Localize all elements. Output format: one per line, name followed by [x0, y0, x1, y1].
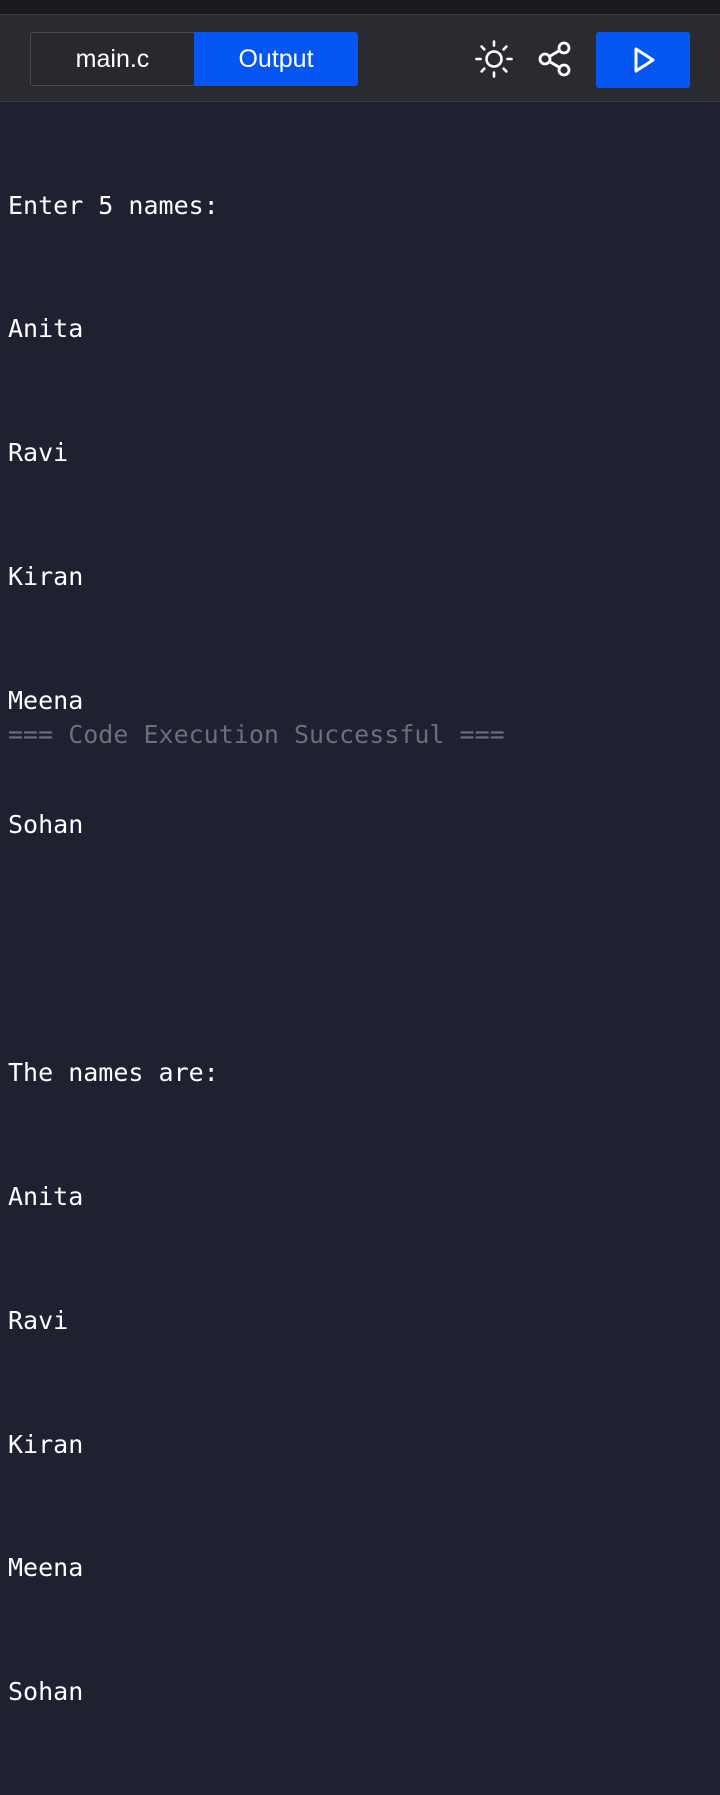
console-line: Sohan — [8, 810, 84, 840]
console-line: Kiran — [8, 1429, 84, 1459]
console-line: Sohan — [8, 1677, 84, 1707]
console-line: Enter 5 names: — [8, 190, 219, 220]
theme-toggle-button[interactable] — [474, 39, 514, 79]
execution-status: === Code Execution Successful === — [8, 720, 505, 749]
console-line: Anita — [8, 314, 84, 344]
share-icon — [538, 41, 571, 77]
system-status-bar — [0, 0, 720, 14]
output-console: Enter 5 names: Anita Ravi Kiran Meena So… — [0, 102, 720, 1706]
console-line: Meena — [8, 1553, 84, 1583]
tab-output[interactable]: Output — [194, 32, 358, 86]
editor-tabs: main.c Output — [30, 32, 358, 86]
console-line: The names are: — [8, 1057, 219, 1087]
console-line: Anita — [8, 1181, 84, 1211]
console-output: Enter 5 names: Anita Ravi Kiran Meena So… — [8, 102, 219, 1795]
share-button[interactable] — [535, 39, 575, 79]
run-button[interactable] — [596, 32, 690, 88]
console-line: Ravi — [8, 438, 69, 468]
tab-main-c[interactable]: main.c — [30, 32, 194, 86]
sun-icon — [475, 40, 513, 78]
console-line: Meena — [8, 686, 84, 716]
editor-toolbar: main.c Output — [0, 14, 720, 102]
play-icon — [634, 47, 655, 73]
console-line: Ravi — [8, 1305, 69, 1335]
console-line: Kiran — [8, 562, 84, 592]
